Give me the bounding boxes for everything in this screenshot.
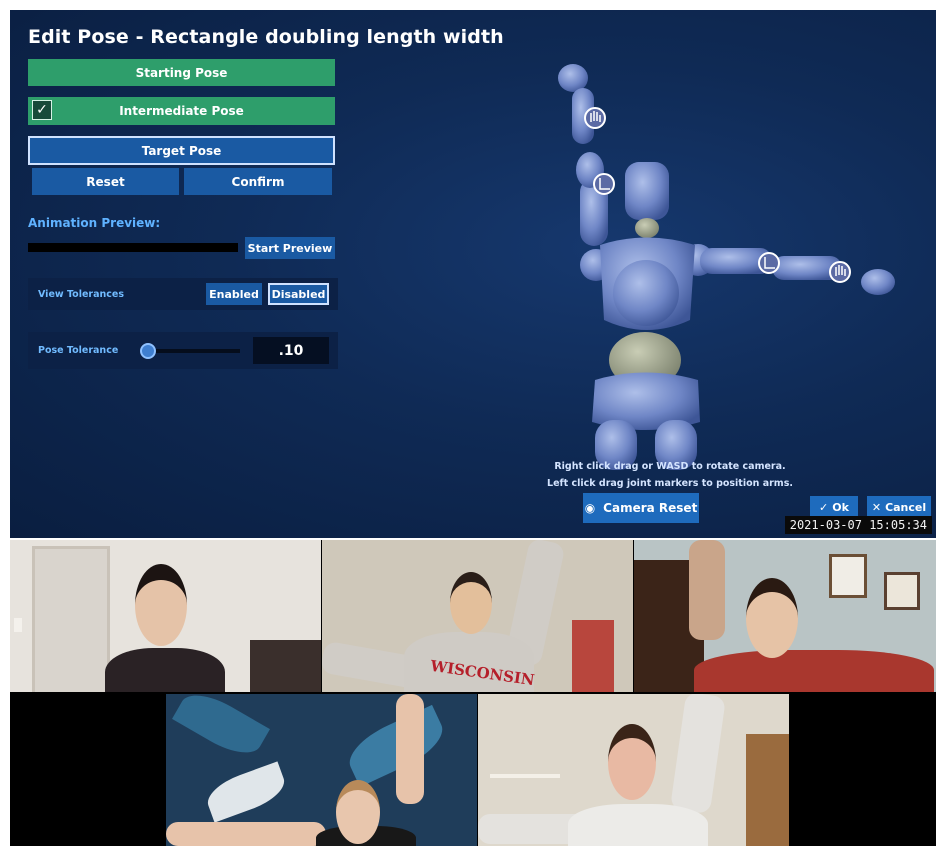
check-icon[interactable]: ✓ <box>32 100 52 120</box>
pose-tolerance-slider-knob[interactable] <box>140 343 156 359</box>
participant-3-head <box>746 578 798 658</box>
participant-3-body <box>694 650 934 692</box>
tapestry-leaf-3 <box>202 761 290 823</box>
reset-label: Reset <box>86 174 125 189</box>
camera-hint-line2: Left click drag joint markers to positio… <box>547 478 793 489</box>
hand-joint-marker-icon[interactable] <box>584 107 606 129</box>
target-pose-label: Target Pose <box>141 143 222 158</box>
cancel-button[interactable]: ✕ Cancel <box>867 496 931 518</box>
mannequin-head <box>625 162 669 220</box>
intermediate-pose-label: Intermediate Pose <box>119 104 244 118</box>
participant-1-head <box>135 564 187 646</box>
target-pose-button[interactable]: Target Pose <box>28 136 335 165</box>
tapestry-leaf-1 <box>172 694 270 764</box>
pose-tolerance-label: Pose Tolerance <box>38 345 119 356</box>
animation-preview-label: Animation Preview: <box>28 216 161 230</box>
video-tile-1[interactable] <box>10 540 321 692</box>
animation-preview-bar[interactable] <box>28 243 238 252</box>
checkmark-icon: ✓ <box>819 500 829 514</box>
participant-4-raised-arm <box>396 694 424 804</box>
participant-5-body <box>568 804 708 846</box>
camera-reset-label: Camera Reset <box>603 501 698 515</box>
hand-joint-marker-icon[interactable] <box>829 261 851 283</box>
confirm-button[interactable]: Confirm <box>184 168 332 195</box>
hand-joint-marker-icon[interactable] <box>593 173 615 195</box>
start-preview-label: Start Preview <box>247 241 333 255</box>
participant-5-head <box>608 724 656 800</box>
camera-reset-button[interactable]: ◉ Camera Reset <box>583 493 699 523</box>
mannequin-raised-hand <box>558 64 588 92</box>
mannequin-belly <box>613 260 679 326</box>
view-tolerances-row: View Tolerances Enabled Disabled <box>28 278 338 310</box>
cancel-label: Cancel <box>885 500 927 514</box>
tolerances-enabled-button[interactable]: Enabled <box>206 283 262 305</box>
participant-4-extended-arm <box>166 822 326 846</box>
camera-hint-line1: Right click drag or WASD to rotate camer… <box>554 461 786 472</box>
disabled-label: Disabled <box>271 287 326 301</box>
video-tile-2[interactable]: WISCONSIN <box>322 540 633 692</box>
page-title: Edit Pose - Rectangle doubling length wi… <box>28 26 504 48</box>
mannequin-extended-hand <box>861 269 895 295</box>
video-tile-4[interactable] <box>166 694 477 846</box>
view-tolerances-label: View Tolerances <box>38 289 125 300</box>
starting-pose-button[interactable]: Starting Pose <box>28 59 335 86</box>
participant-1-body <box>105 648 225 692</box>
participant-2-head <box>450 572 492 634</box>
eye-icon: ◉ <box>584 501 596 515</box>
video-grid: WISCONSIN <box>10 540 936 846</box>
pose-editor-window: Edit Pose - Rectangle doubling length wi… <box>10 10 936 538</box>
pose-tolerance-slider-track[interactable] <box>148 349 240 353</box>
wall-switch <box>14 618 22 632</box>
participant-4-head <box>336 780 380 844</box>
hand-joint-marker-icon[interactable] <box>758 252 780 274</box>
enabled-label: Enabled <box>209 287 259 301</box>
participant-5-raised-arm <box>669 694 727 815</box>
ok-button[interactable]: ✓ Ok <box>810 496 858 518</box>
tolerances-disabled-button[interactable]: Disabled <box>268 283 329 305</box>
reset-button[interactable]: Reset <box>32 168 179 195</box>
door <box>32 546 110 692</box>
wall-frame-1 <box>829 554 867 598</box>
recording-timestamp: 2021-03-07 15:05:34 <box>784 516 932 534</box>
start-preview-button[interactable]: Start Preview <box>245 237 335 259</box>
confirm-label: Confirm <box>231 174 285 189</box>
mannequin-3d-viewport[interactable] <box>540 50 900 470</box>
wall-shelf <box>490 774 560 778</box>
wall-frame-2 <box>884 572 920 610</box>
pose-tolerance-value[interactable]: .10 <box>253 337 329 364</box>
dresser <box>746 734 789 846</box>
video-tile-3[interactable] <box>634 540 936 692</box>
starting-pose-label: Starting Pose <box>135 65 228 80</box>
intermediate-pose-button[interactable]: ✓ Intermediate Pose <box>28 97 335 125</box>
bed <box>250 640 321 692</box>
x-icon: ✕ <box>871 500 882 514</box>
shelf <box>572 620 614 692</box>
ok-label: Ok <box>832 500 849 514</box>
video-tile-5[interactable] <box>478 694 789 846</box>
participant-3-raised-arm <box>689 540 725 640</box>
pose-tolerance-row: Pose Tolerance .10 <box>28 332 338 369</box>
mannequin-neck <box>635 218 659 238</box>
